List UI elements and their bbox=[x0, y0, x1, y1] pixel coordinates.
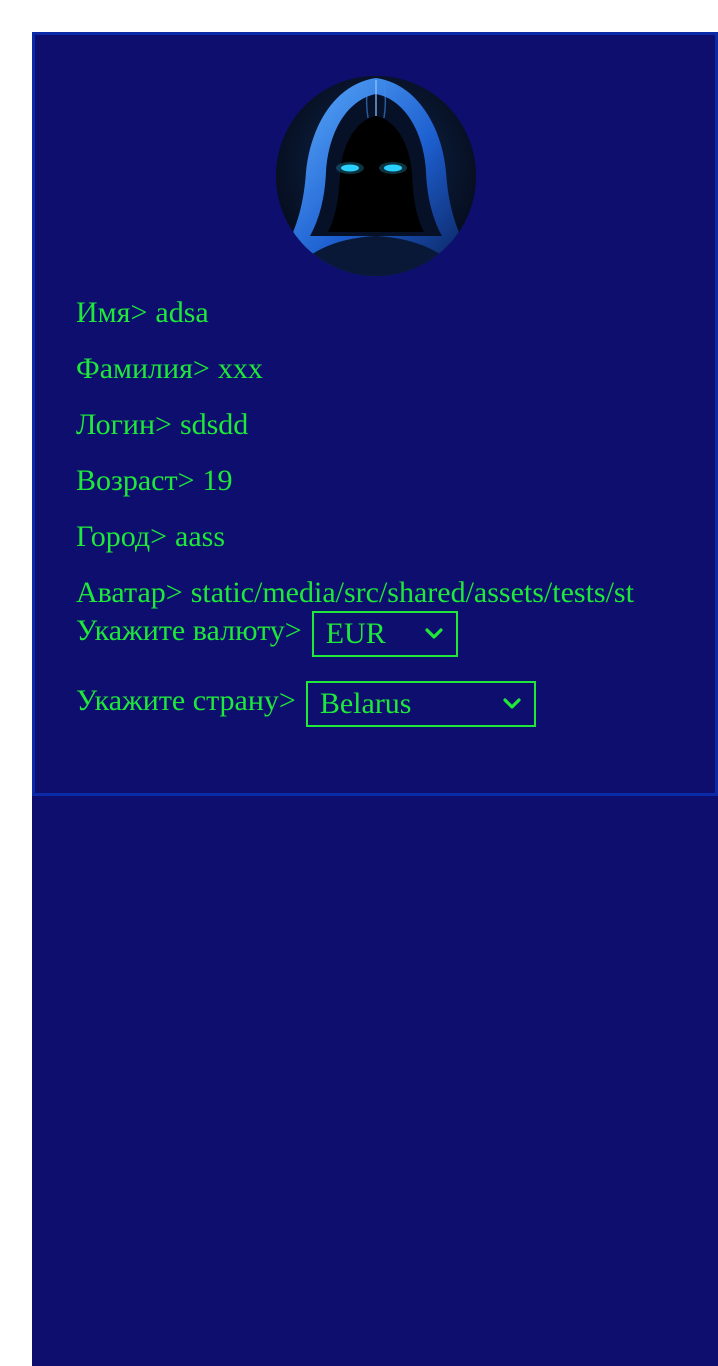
currency-selected-value: EUR bbox=[325, 617, 386, 650]
profile-avatar bbox=[276, 76, 476, 276]
currency-select[interactable]: EUR bbox=[311, 611, 458, 657]
profile-row-city: Город> aass bbox=[76, 517, 674, 573]
hooded-figure-icon bbox=[276, 76, 476, 276]
currency-label: Укажите валюту> bbox=[76, 614, 302, 647]
country-select[interactable]: Belarus bbox=[305, 681, 536, 727]
profile-card: Имя> adsa Фамилия> xxx Логин> sdsdd Возр… bbox=[32, 32, 718, 796]
field-value: static/media/src/shared/assets/tests/st bbox=[190, 576, 634, 609]
profile-fields: Имя> adsa Фамилия> xxx Логин> sdsdd Возр… bbox=[76, 293, 674, 751]
country-selected-value: Belarus bbox=[319, 687, 412, 720]
field-label: Логин> bbox=[76, 408, 172, 441]
profile-row-last-name: Фамилия> xxx bbox=[76, 349, 674, 405]
field-label: Аватар> bbox=[76, 576, 183, 609]
profile-row-currency: Укажите валюту> EUR bbox=[76, 611, 674, 681]
chevron-down-icon bbox=[502, 697, 522, 711]
profile-row-age: Возраст> 19 bbox=[76, 461, 674, 517]
page-background: Имя> adsa Фамилия> xxx Логин> sdsdd Возр… bbox=[32, 32, 718, 1366]
profile-row-first-name: Имя> adsa bbox=[76, 293, 674, 349]
field-value: 19 bbox=[202, 464, 233, 497]
chevron-down-icon bbox=[424, 627, 444, 641]
field-label: Город> bbox=[76, 520, 168, 553]
profile-row-country: Укажите страну> Belarus bbox=[76, 681, 674, 751]
field-value: sdsdd bbox=[179, 408, 249, 441]
field-label: Фамилия> bbox=[76, 352, 210, 385]
field-label: Имя> bbox=[76, 296, 148, 329]
country-label: Укажите страну> bbox=[76, 684, 296, 717]
field-label: Возраст> bbox=[76, 464, 195, 497]
field-value: adsa bbox=[155, 296, 209, 329]
field-value: xxx bbox=[217, 352, 263, 385]
profile-row-login: Логин> sdsdd bbox=[76, 405, 674, 461]
field-value: aass bbox=[175, 520, 226, 553]
